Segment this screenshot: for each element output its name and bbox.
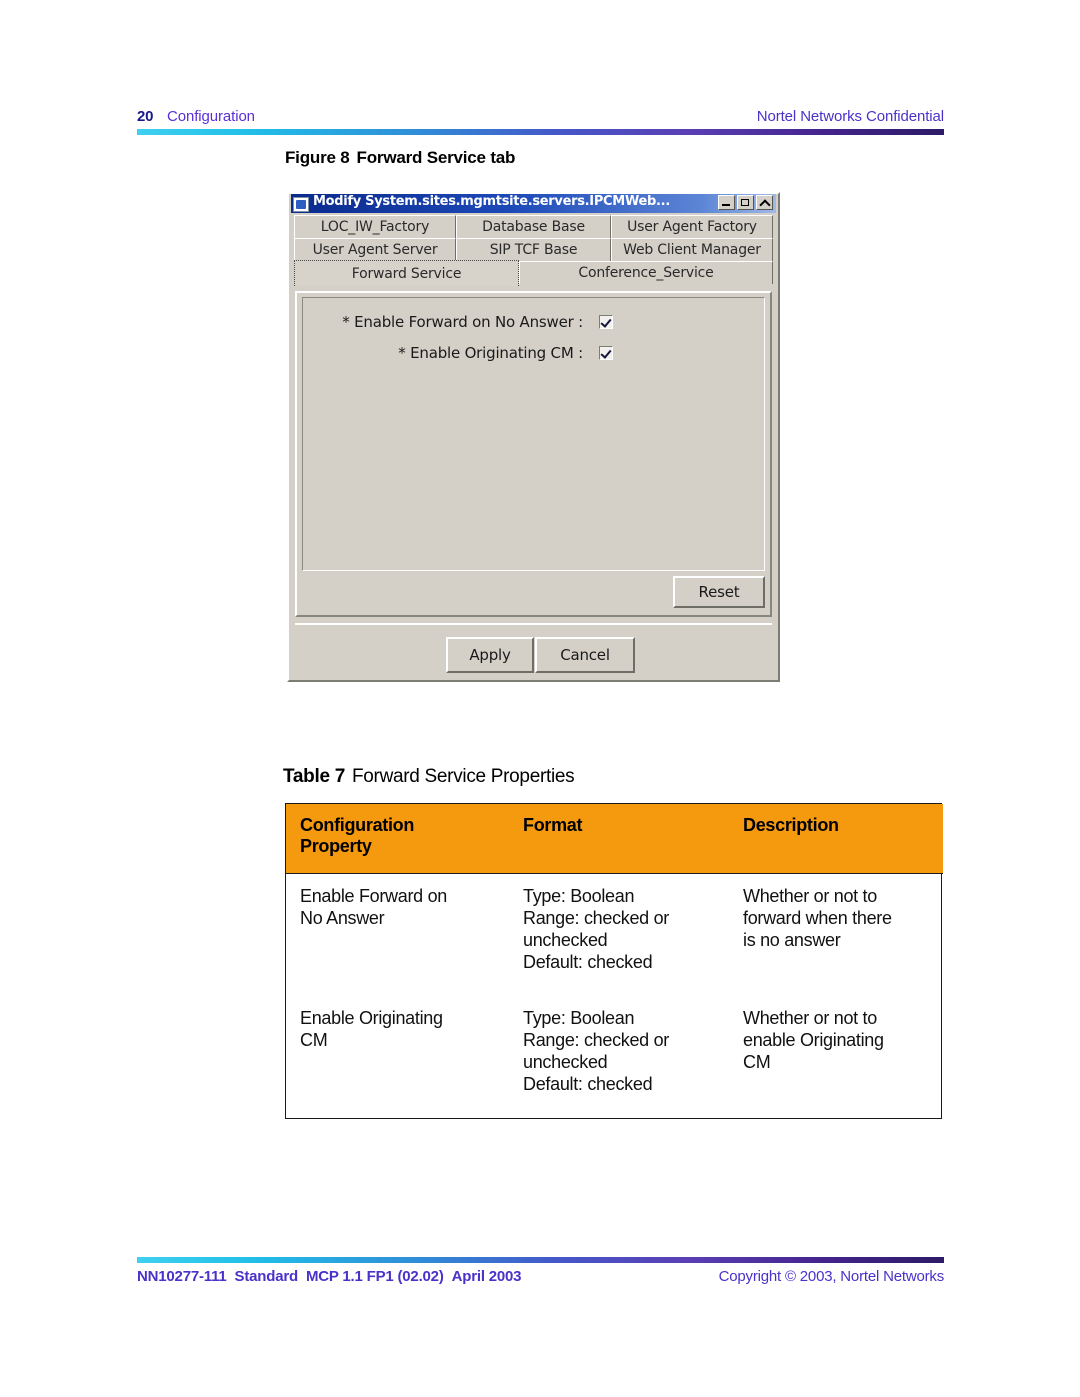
cell-line: Default: checked (523, 952, 653, 973)
field-label-enable-originating-cm: * Enable Originating CM : (398, 344, 583, 362)
footer-doc-number: NN10277-111 (137, 1268, 227, 1285)
cell-line: enable Originating (743, 1030, 884, 1051)
tab-web-client-manager[interactable]: Web Client Manager (611, 238, 773, 261)
footer-release: MCP 1.1 FP1 (02.02) (305, 1268, 444, 1285)
header-line: Property (300, 836, 372, 857)
cell-line: CM (300, 1030, 328, 1051)
cell-line: Enable Originating (300, 1008, 443, 1029)
cell-line: Type: Boolean (523, 886, 635, 907)
tab-conference-service[interactable]: Conference_Service (519, 261, 773, 284)
cancel-button[interactable]: Cancel (535, 637, 635, 673)
modify-system-dialog: Modify System.sites.mgmtsite.servers.IPC… (287, 192, 780, 682)
checkbox-enable-forward-on-no-answer[interactable] (599, 315, 613, 329)
footer-document-info: NN10277-111 Standard MCP 1.1 FP1 (02.02) Ap… (137, 1268, 522, 1285)
table-row: Enable Originating CM Type: Boolean Rang… (286, 996, 943, 1118)
tab-database-base[interactable]: Database Base (456, 215, 611, 238)
table-row: Enable Forward on No Answer Type: Boolea… (286, 874, 943, 996)
table-title: Forward Service Properties (351, 766, 575, 787)
tab-sip-tcf-base[interactable]: SIP TCF Base (456, 238, 611, 261)
figure-caption: Figure 8 Forward Service tab (285, 148, 515, 168)
minimize-icon[interactable] (718, 194, 735, 210)
table-header-row: Configuration Property Format Descriptio… (286, 804, 943, 874)
tab-user-agent-server[interactable]: User Agent Server (294, 238, 456, 261)
tab-row-3: Forward Service Conference_Service (294, 260, 773, 286)
field-enable-forward-on-no-answer: * Enable Forward on No Answer : (313, 313, 613, 331)
header-line: Format (523, 815, 583, 835)
tab-loc-iw-factory[interactable]: LOC_IW_Factory (294, 215, 456, 238)
cell-property: Enable Forward on No Answer (286, 874, 509, 996)
reset-button-strip: Reset (302, 574, 765, 610)
chapter-title: Configuration (167, 108, 255, 125)
page-footer: NN10277-111 Standard MCP 1.1 FP1 (02.02) Ap… (137, 1268, 944, 1292)
footer-rule (137, 1257, 944, 1263)
forward-service-properties-table: Configuration Property Format Descriptio… (285, 803, 943, 1120)
header-line: Description (743, 815, 839, 835)
dialog-button-bar: Apply Cancel (295, 623, 772, 676)
dialog-content-panel: * Enable Forward on No Answer : * Enable… (295, 291, 772, 617)
cell-line: Default: checked (523, 1074, 653, 1095)
cell-format: Type: Boolean Range: checked or unchecke… (509, 996, 729, 1118)
cell-line: unchecked (523, 930, 608, 951)
application-icon (293, 196, 309, 212)
column-header-configuration-property: Configuration Property (286, 804, 509, 874)
forward-service-form: * Enable Forward on No Answer : * Enable… (302, 297, 765, 571)
cell-line: Whether or not to (743, 886, 877, 907)
tab-row-2: User Agent Server SIP TCF Base Web Clien… (294, 238, 773, 261)
close-icon[interactable] (756, 194, 773, 210)
tab-forward-service[interactable]: Forward Service (294, 260, 519, 286)
checkbox-enable-originating-cm[interactable] (599, 346, 613, 360)
dialog-titlebar[interactable]: Modify System.sites.mgmtsite.servers.IPC… (291, 194, 776, 213)
cell-line: unchecked (523, 1052, 608, 1073)
confidentiality-notice: Nortel Networks Confidential (756, 108, 944, 125)
header-rule (137, 129, 944, 135)
page-number: 20 (137, 108, 154, 125)
cell-property: Enable Originating CM (286, 996, 509, 1118)
footer-copyright: Copyright © 2003, Nortel Networks (718, 1268, 945, 1285)
cell-line: CM (743, 1052, 771, 1073)
cell-line: Whether or not to (743, 1008, 877, 1029)
cell-line: Range: checked or (523, 1030, 669, 1051)
header-line: Configuration (300, 815, 415, 835)
cell-description: Whether or not to enable Originating CM (729, 996, 943, 1118)
column-header-description: Description (729, 804, 943, 874)
column-header-format: Format (509, 804, 729, 874)
field-label-enable-forward-on-no-answer: * Enable Forward on No Answer : (342, 313, 583, 331)
cell-line: Type: Boolean (523, 1008, 635, 1029)
apply-button[interactable]: Apply (446, 637, 534, 673)
footer-date: April 2003 (451, 1268, 522, 1285)
dialog-tab-strip: LOC_IW_Factory Database Base User Agent … (294, 215, 773, 289)
cell-line: forward when there (743, 908, 892, 929)
cell-format: Type: Boolean Range: checked or unchecke… (509, 874, 729, 996)
dialog-title: Modify System.sites.mgmtsite.servers.IPC… (313, 194, 670, 209)
cell-description: Whether or not to forward when there is … (729, 874, 943, 996)
cell-line: is no answer (743, 930, 841, 951)
reset-button[interactable]: Reset (673, 576, 765, 608)
figure-label: Figure 8 (285, 148, 350, 167)
footer-standard: Standard (234, 1268, 299, 1285)
table-caption: Table 7 Forward Service Properties (283, 766, 575, 788)
cell-line: Enable Forward on (300, 886, 447, 907)
cell-line: Range: checked or (523, 908, 669, 929)
field-enable-originating-cm: * Enable Originating CM : (313, 344, 613, 362)
tab-row-1: LOC_IW_Factory Database Base User Agent … (294, 215, 773, 238)
tab-user-agent-factory[interactable]: User Agent Factory (611, 215, 773, 238)
maximize-icon[interactable] (737, 194, 754, 210)
cell-line: No Answer (300, 908, 385, 929)
table-label: Table 7 (283, 766, 345, 787)
window-controls (718, 194, 773, 210)
figure-title: Forward Service tab (356, 148, 516, 167)
